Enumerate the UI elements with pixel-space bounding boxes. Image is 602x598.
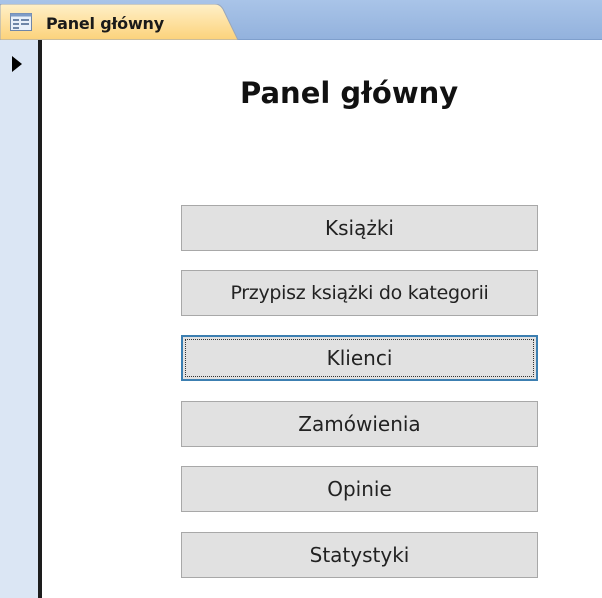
record-selector[interactable]: [0, 40, 42, 598]
assign-books-to-categories-button[interactable]: Przypisz książki do kategorii: [181, 270, 538, 316]
reviews-button[interactable]: Opinie: [181, 466, 538, 512]
books-button[interactable]: Książki: [181, 205, 538, 251]
orders-button[interactable]: Zamówienia: [181, 401, 538, 447]
statistics-button[interactable]: Statystyki: [181, 532, 538, 578]
current-record-arrow-icon: [12, 56, 22, 72]
clients-button[interactable]: Klienci: [181, 335, 538, 381]
document-tab-strip: Panel główny: [0, 0, 602, 40]
access-form-window: Panel główny Panel główny Książki Przypi…: [0, 0, 602, 598]
form-icon: [10, 13, 32, 31]
tab-panel-glowny[interactable]: Panel główny: [0, 4, 240, 40]
form-title: Panel główny: [240, 76, 459, 110]
tab-label: Panel główny: [46, 14, 164, 33]
